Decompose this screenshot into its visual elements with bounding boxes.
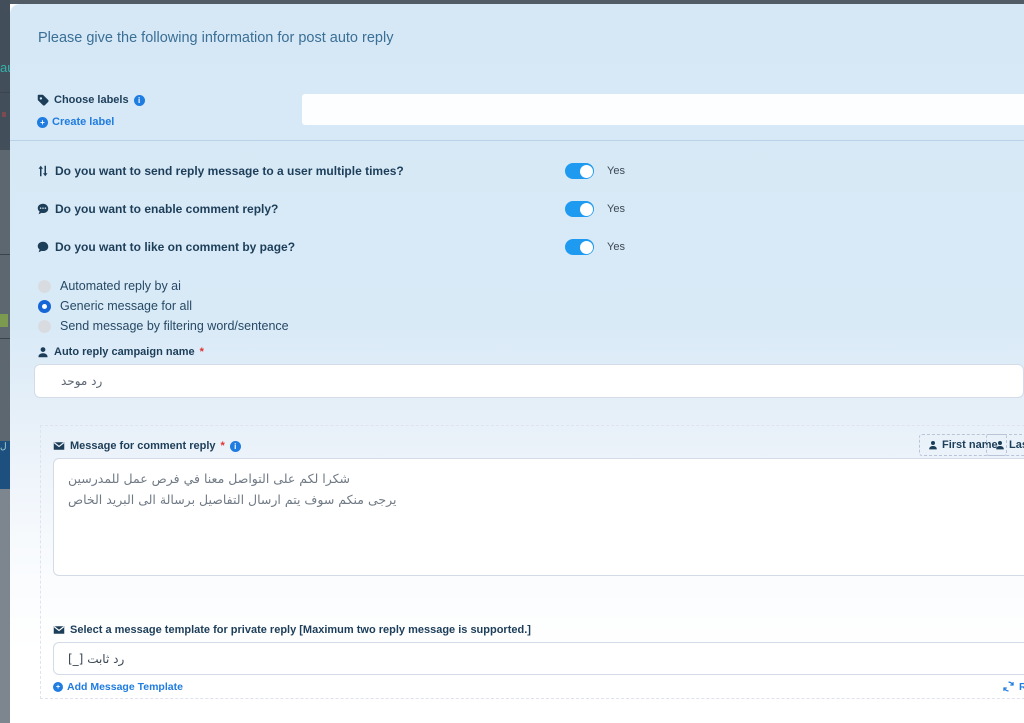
toggle-knob <box>580 203 593 216</box>
create-label-text: Create label <box>52 116 114 128</box>
question-text: Do you want to send reply message to a u… <box>55 164 404 178</box>
sidebar-divider <box>0 92 10 93</box>
radio-selected-icon <box>38 300 51 313</box>
modal-title: Please give the following information fo… <box>38 30 393 46</box>
post-auto-reply-modal: Please give the following information fo… <box>10 4 1024 723</box>
sidebar-segment <box>0 0 10 150</box>
info-icon[interactable]: i <box>230 441 241 452</box>
radio-label: Automated reply by ai <box>60 279 181 293</box>
campaign-name-label: Auto reply campaign name * <box>37 346 204 358</box>
template-selected-value: [_] رد ثابت <box>68 652 124 666</box>
radio-label: Generic message for all <box>60 299 192 313</box>
sidebar-navy-item: ل <box>0 441 10 489</box>
toggle-knob <box>580 241 593 254</box>
create-label-link[interactable]: + Create label <box>37 116 114 128</box>
comment-dots-icon <box>37 203 49 215</box>
required-asterisk: * <box>221 440 225 452</box>
campaign-name-input[interactable] <box>34 364 1024 398</box>
template-select-text: Select a message template for private re… <box>70 624 531 636</box>
refresh-text: Refresh <box>1019 681 1024 693</box>
comment-reply-section: Message for comment reply * i First name… <box>40 425 1024 699</box>
required-asterisk: * <box>200 346 204 358</box>
choose-labels-text: Choose labels <box>54 94 129 106</box>
comment-reply-textarea[interactable]: شكرا لكم على التواصل معنا في فرص عمل للم… <box>53 458 1024 576</box>
plus-icon: + <box>53 682 63 692</box>
toggle-knob <box>580 165 593 178</box>
refresh-link[interactable]: Refresh <box>1003 681 1024 693</box>
section-divider <box>10 140 1024 141</box>
radio-option-filter-word[interactable]: Send message by filtering word/sentence <box>38 318 289 334</box>
sidebar-segment <box>0 489 10 723</box>
sidebar-text-fragment: au <box>0 60 10 75</box>
person-icon <box>928 440 938 450</box>
envelope-icon <box>53 440 65 452</box>
tag-icon <box>37 94 49 106</box>
background-sidebar-strip: au ل <box>0 0 10 723</box>
comment-icon <box>37 241 49 253</box>
toggle-like-comment[interactable] <box>565 239 594 255</box>
toggle-multiple-times[interactable] <box>565 163 594 179</box>
question-text: Do you want to enable comment reply? <box>55 202 278 216</box>
insert-last-name-button[interactable]: Last name <box>986 434 1024 456</box>
envelope-icon <box>53 624 65 636</box>
person-icon <box>37 346 49 358</box>
toggle-comment-reply[interactable] <box>565 201 594 217</box>
question-like-comment: Do you want to like on comment by page? <box>37 238 295 256</box>
add-message-template-link[interactable]: + Add Message Template <box>53 681 183 693</box>
plus-icon: + <box>37 117 48 128</box>
choose-labels-label: Choose labels i <box>37 94 145 106</box>
labels-select[interactable] <box>302 94 1024 125</box>
comment-reply-label: Message for comment reply * i <box>53 440 241 452</box>
toggle-multiple-times-state: Yes <box>607 163 625 179</box>
campaign-name-text: Auto reply campaign name <box>54 346 195 358</box>
radio-option-automated-ai[interactable]: Automated reply by ai <box>38 278 181 294</box>
sidebar-divider <box>0 254 10 255</box>
radio-icon <box>38 320 51 333</box>
radio-label: Send message by filtering word/sentence <box>60 319 289 333</box>
info-icon[interactable]: i <box>134 95 145 106</box>
question-multiple-times: Do you want to send reply message to a u… <box>37 162 404 180</box>
question-comment-reply: Do you want to enable comment reply? <box>37 200 278 218</box>
question-text: Do you want to like on comment by page? <box>55 240 295 254</box>
comment-reply-text: Message for comment reply <box>70 440 216 452</box>
radio-icon <box>38 280 51 293</box>
sidebar-divider <box>0 338 10 339</box>
sidebar-dot <box>2 112 6 117</box>
template-select[interactable]: [_] رد ثابت <box>53 642 1024 675</box>
screen: au ل Please give the following informati… <box>0 0 1024 723</box>
toggle-like-comment-state: Yes <box>607 239 625 255</box>
person-icon <box>995 440 1005 450</box>
sort-arrows-icon <box>37 165 49 177</box>
toggle-comment-reply-state: Yes <box>607 201 625 217</box>
insert-last-name-label: Last name <box>1009 439 1024 451</box>
refresh-icon <box>1003 681 1015 693</box>
template-select-label: Select a message template for private re… <box>53 624 531 636</box>
add-template-text: Add Message Template <box>67 681 183 693</box>
radio-option-generic-message[interactable]: Generic message for all <box>38 298 192 314</box>
sidebar-green-item <box>0 314 8 327</box>
